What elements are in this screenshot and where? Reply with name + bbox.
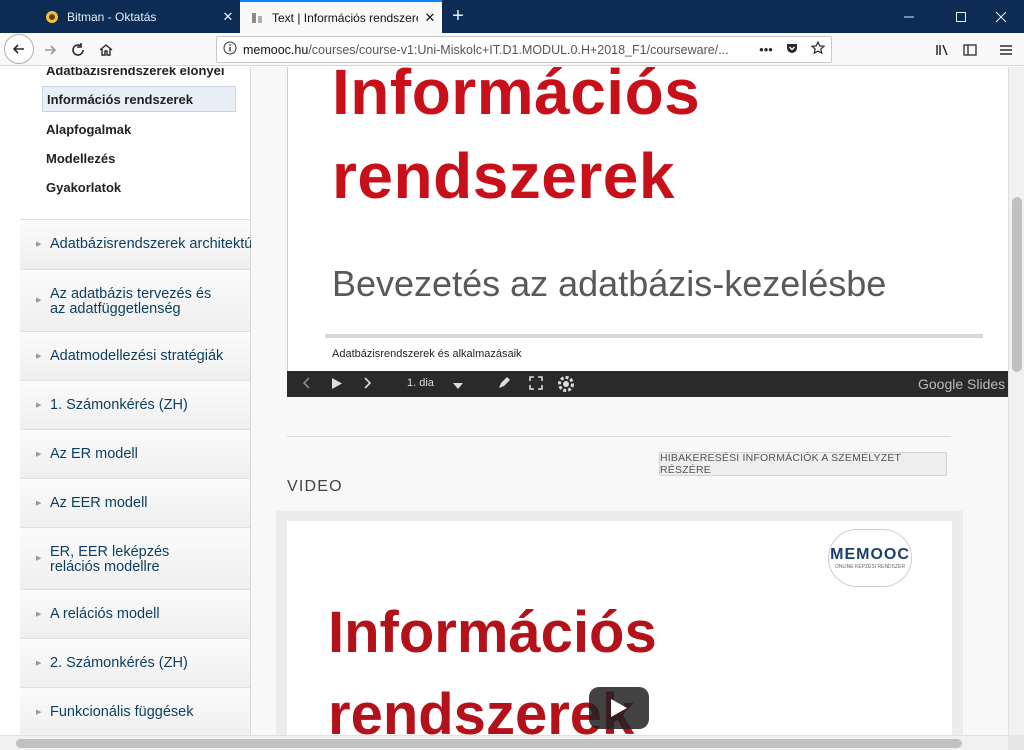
next-slide-icon[interactable] [363, 377, 373, 392]
sidebar-subitem[interactable]: Gyakorlatok [46, 180, 121, 195]
back-arrow-icon [12, 44, 24, 54]
tab-close-icon[interactable]: ✕ [216, 9, 240, 25]
web-page: Adatbázisrendszerek előnyei Információs … [0, 67, 1008, 735]
video-heading: VIDEO [287, 478, 343, 495]
chevron-right-icon: ▶ [36, 353, 42, 360]
course-content: Információs rendszerek Bevezetés az adat… [251, 67, 1008, 735]
forward-arrow-icon [45, 45, 57, 55]
video-player[interactable]: MEMOOC ONLINE KÉPZÉSI RENDSZER Informáci… [276, 511, 963, 735]
sidebar-chapter[interactable]: ▶ ER, EER leképzés relációs modellre [20, 527, 250, 589]
video-title-line1: Információs [328, 600, 657, 665]
slide-footer: Adatbázisrendszerek és alkalmazásaik [332, 348, 522, 360]
sidebar-subitem[interactable]: Adatbázisrendszerek előnyei [46, 67, 224, 78]
video-play-button[interactable] [589, 687, 649, 729]
sidebar-chapter[interactable]: ▶ Az ER modell [20, 429, 250, 478]
video-frame[interactable]: MEMOOC ONLINE KÉPZÉSI RENDSZER Informáci… [287, 521, 952, 735]
tab-title: Text | Információs rendszerek | Ba [272, 10, 418, 25]
scrollbar-corner [1008, 735, 1024, 750]
site-info-icon[interactable] [217, 41, 243, 58]
chevron-right-icon: ▶ [36, 402, 42, 409]
chevron-right-icon: ▶ [36, 709, 42, 716]
url-host: memooc.hu [243, 42, 309, 57]
slide-divider [325, 334, 983, 338]
library-icon[interactable] [928, 36, 956, 64]
slide-page-select[interactable]: 1. dia [407, 377, 434, 389]
sidebar-chapter[interactable]: ▶ A relációs modell [20, 589, 250, 638]
memooc-favicon-icon [250, 11, 264, 25]
play-icon[interactable] [331, 377, 343, 393]
sidebar-subitem[interactable]: Modellezés [46, 151, 115, 166]
scrollbar-thumb[interactable] [1012, 197, 1022, 372]
chevron-right-icon: ▶ [36, 555, 42, 562]
url-text: memooc.hu/courses/course-v1:Uni-Miskolc+… [243, 43, 753, 57]
sidebar-subitem[interactable]: Alapfogalmak [46, 122, 131, 137]
settings-gear-icon[interactable] [557, 375, 575, 396]
home-icon [99, 44, 113, 56]
staff-debug-info-button[interactable]: HIBAKERESÉSI INFORMÁCIÓK A SZEMÉLYZET RÉ… [659, 452, 947, 476]
sidebar-chapter[interactable]: ▶ Adatbázisrendszerek architektúrái [20, 219, 268, 269]
pocket-icon[interactable] [779, 41, 805, 58]
tab-bitman[interactable]: Bitman - Oktatás ✕ [34, 0, 240, 33]
slide-title-line1: Információs [332, 67, 701, 128]
address-bar[interactable]: memooc.hu/courses/course-v1:Uni-Miskolc+… [216, 36, 832, 63]
slide-title-line2: rendszerek [332, 140, 675, 212]
tab-information-systems[interactable]: Text | Információs rendszerek | Ba ✕ [240, 0, 442, 33]
edit-pencil-icon[interactable] [497, 376, 511, 393]
logo-text: MEMOOC [830, 546, 910, 563]
home-button[interactable] [92, 36, 120, 64]
chevron-right-icon: ▶ [36, 241, 42, 248]
slide-subtitle: Bevezetés az adatbázis-kezelésbe [332, 263, 887, 304]
chevron-right-icon: ▶ [36, 660, 42, 667]
browser-titlebar: Bitman - Oktatás ✕ Text | Információs re… [0, 0, 1024, 33]
section-divider [287, 436, 951, 437]
reload-button[interactable] [64, 36, 92, 64]
reload-icon [72, 43, 84, 56]
page-actions-icon[interactable]: ••• [753, 42, 779, 57]
google-slides-brand[interactable]: Google Slides [918, 376, 1005, 392]
fullscreen-icon[interactable] [529, 376, 543, 393]
tab-title: Bitman - Oktatás [67, 9, 157, 24]
tab-close-icon[interactable]: ✕ [418, 10, 442, 26]
prev-slide-icon[interactable] [301, 377, 311, 392]
sidebar-toggle-icon[interactable] [956, 36, 984, 64]
chevron-right-icon: ▶ [36, 451, 42, 458]
sidebar-chapter[interactable]: ▶ Az adatbázis tervezés és az adatfügget… [20, 269, 250, 331]
google-slides-embed[interactable]: Információs rendszerek Bevezetés az adat… [287, 67, 1008, 397]
chevron-right-icon: ▶ [36, 611, 42, 618]
sidebar-chapter[interactable]: ▶ Az EER modell [20, 478, 250, 527]
sidebar-chapter[interactable]: ▶ Funkcionális függések [20, 687, 250, 735]
chevron-right-icon: ▶ [36, 297, 42, 304]
navigation-toolbar: memooc.hu/courses/course-v1:Uni-Miskolc+… [0, 33, 1024, 66]
sidebar-chapter[interactable]: ▶ 1. Számonkérés (ZH) [20, 380, 250, 429]
sidebar-chapter[interactable]: ▶ Adatmodellezési stratégiák [20, 331, 250, 380]
sidebar-subitem-active[interactable]: Információs rendszerek [42, 86, 236, 112]
scrollbar-thumb[interactable] [16, 739, 962, 748]
menu-hamburger-icon[interactable] [992, 36, 1020, 64]
course-navigation-sidebar: Adatbázisrendszerek előnyei Információs … [20, 67, 268, 735]
minimize-icon[interactable] [886, 0, 932, 33]
window-close-icon[interactable] [978, 0, 1024, 33]
play-icon [611, 699, 627, 717]
back-button[interactable] [4, 34, 34, 64]
chevron-down-icon[interactable] [453, 380, 463, 392]
sidebar-chapter[interactable]: ▶ 2. Számonkérés (ZH) [20, 638, 250, 687]
horizontal-scrollbar[interactable] [0, 735, 1008, 750]
vertical-scrollbar[interactable] [1008, 67, 1024, 735]
logo-tagline: ONLINE KÉPZÉSI RENDSZER [834, 564, 905, 570]
forward-button[interactable] [36, 36, 64, 64]
url-path: /courses/course-v1:Uni-Miskolc+IT.D1.MOD… [308, 42, 729, 57]
bookmark-star-icon[interactable] [805, 40, 831, 58]
new-tab-button[interactable]: + [446, 4, 470, 28]
chevron-right-icon: ▶ [36, 500, 42, 507]
memooc-logo: MEMOOC ONLINE KÉPZÉSI RENDSZER [828, 529, 912, 587]
slides-controls: 1. dia Google Slides [287, 371, 1008, 397]
bitman-favicon-icon [45, 10, 59, 24]
